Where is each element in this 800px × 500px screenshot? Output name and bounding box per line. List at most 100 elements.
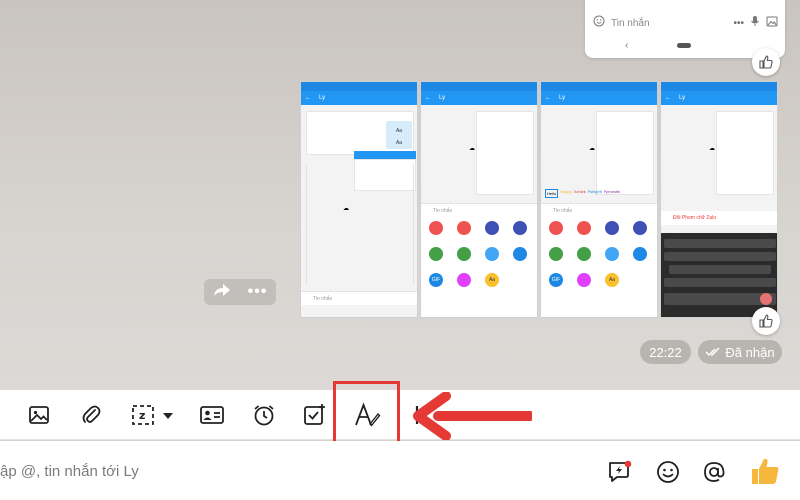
feature-dot xyxy=(605,221,619,235)
screenshot-icon[interactable]: z xyxy=(128,390,178,440)
status-bar xyxy=(541,82,657,91)
font-chip: Aa xyxy=(485,273,499,287)
cloud-icon: ☁ xyxy=(709,146,715,152)
phone-screenshot-2[interactable]: ← Ly ☁ Tin nhắn GIF Aa xyxy=(420,81,538,318)
gif-icon: GIF xyxy=(549,273,563,287)
delivery-status-text: Đã nhận xyxy=(725,344,775,360)
chat-body: ☁ Hello Happy Xchiek Fshightl Fpmnsfei T… xyxy=(541,105,657,317)
chat-header: ← Ly xyxy=(421,91,537,105)
phone-screenshot-4[interactable]: ← Ly ☁ Đổi Phom chữ Zalo xyxy=(660,81,778,318)
font-option: Hello xyxy=(545,189,559,198)
message-block xyxy=(596,111,654,195)
phone-screenshot-1[interactable]: ← Ly Aa Aa ☁ Tin nhắn xyxy=(300,81,418,318)
thumbs-up-icon[interactable] xyxy=(752,307,780,335)
prev-input-placeholder: Tin nhắn xyxy=(611,17,650,29)
cloud-icon: ☁ xyxy=(469,146,475,152)
checklist-icon[interactable] xyxy=(302,390,328,440)
feature-dot xyxy=(429,247,443,261)
prev-input-row: Tin nhắn ••• xyxy=(593,14,778,32)
feature-dot xyxy=(485,247,499,261)
status-bar xyxy=(301,82,417,91)
thumbs-up-icon[interactable] xyxy=(752,48,780,76)
chat-header: ← Ly xyxy=(301,91,417,105)
message-input[interactable]: ập @, tin nhắn tới Ly xyxy=(0,463,139,480)
feature-dot xyxy=(485,221,499,235)
font-option: Happy xyxy=(560,189,572,194)
chat-body: ☁ Tin nhắn GIF Aa xyxy=(421,105,537,317)
key-row xyxy=(664,252,776,261)
image-icon[interactable] xyxy=(26,390,52,440)
home-pill-icon xyxy=(676,43,691,48)
contact-card-icon[interactable] xyxy=(198,390,226,440)
quick-message-icon[interactable] xyxy=(606,458,634,486)
cloud-icon: ☁ xyxy=(343,206,349,212)
message-composer[interactable]: ập @, tin nhắn tới Ly xyxy=(0,441,800,500)
paperclip-icon[interactable] xyxy=(78,390,104,440)
key-row xyxy=(669,265,771,274)
font-style-row: Hello Happy Xchiek Fshightl Fpmnsfei xyxy=(545,189,620,198)
message-time: 22:22 xyxy=(640,340,691,364)
svg-text:z: z xyxy=(139,409,145,422)
back-arrow-icon: ← xyxy=(425,95,431,101)
enter-key xyxy=(760,293,772,305)
prev-more-label: ••• xyxy=(733,17,744,29)
font-option: Fshightl xyxy=(587,189,602,194)
status-bar xyxy=(421,82,537,91)
red-arrow-icon xyxy=(413,392,532,440)
font-option: Fpmnsfei xyxy=(603,189,621,194)
feature-dot xyxy=(549,247,563,261)
contact-name: Ly xyxy=(439,95,446,101)
feature-dot xyxy=(577,247,591,261)
feature-grid: GIF Aa xyxy=(421,217,537,317)
chip-aa: Aa Aa xyxy=(386,121,412,149)
input-bar: Tin nhắn xyxy=(421,203,537,217)
feature-dot xyxy=(513,247,527,261)
feature-dot xyxy=(605,247,619,261)
back-arrow-icon: ← xyxy=(305,95,311,101)
prev-android-nav: ‹ xyxy=(625,40,745,51)
gif-icon: GIF xyxy=(429,273,443,287)
previous-message-card[interactable]: Tin nhắn ••• ‹ xyxy=(585,0,785,58)
chat-header: ← Ly xyxy=(541,91,657,105)
message-block xyxy=(476,111,534,195)
phone-screenshot-3[interactable]: ← Ly ☁ Hello Happy Xchiek Fshightl Fpmnsf… xyxy=(540,81,658,318)
contact-name: Ly xyxy=(679,95,686,101)
chat-body: Aa Aa ☁ Tin nhắn xyxy=(301,105,417,317)
highlight-box xyxy=(333,381,400,448)
more-icon[interactable]: ••• xyxy=(248,284,268,300)
back-arrow-icon: ← xyxy=(545,95,551,101)
key-row xyxy=(664,239,776,248)
font-option: Xchiek xyxy=(573,189,586,194)
back-arrow-icon: ← xyxy=(665,95,671,101)
status-bar xyxy=(661,82,777,91)
feature-dot xyxy=(457,273,471,287)
forward-icon[interactable] xyxy=(213,283,231,302)
chat-body: ☁ Đổi Phom chữ Zalo xyxy=(661,105,777,317)
chat-header: ← Ly xyxy=(661,91,777,105)
feature-dot xyxy=(429,221,443,235)
feature-grid: GIF Aa xyxy=(541,217,657,317)
delivery-status: Đã nhận xyxy=(698,340,782,364)
message-actions[interactable]: ••• xyxy=(204,279,276,305)
styled-input: Đổi Phom chữ Zalo xyxy=(661,211,777,225)
feature-dot xyxy=(457,221,471,235)
message-frame xyxy=(306,165,414,285)
feature-dot xyxy=(577,221,591,235)
input-bar: Tin nhắn xyxy=(301,291,417,305)
font-chip: Aa xyxy=(605,273,619,287)
keyboard xyxy=(661,233,777,317)
composer-toolbar: z ••• xyxy=(0,390,800,440)
feature-dot xyxy=(549,221,563,235)
mic-icon xyxy=(750,14,760,32)
input-bar: Tin nhắn xyxy=(541,203,657,217)
feature-dot xyxy=(577,273,591,287)
contact-name: Ly xyxy=(559,95,566,101)
emoji-icon xyxy=(593,14,605,32)
thumbs-up-send-icon[interactable] xyxy=(748,455,782,487)
mention-icon[interactable] xyxy=(700,458,728,486)
back-chevron-icon: ‹ xyxy=(625,40,629,51)
alarm-icon[interactable] xyxy=(250,390,278,440)
message-block xyxy=(716,111,774,195)
emoji-icon[interactable] xyxy=(654,458,682,486)
double-check-icon xyxy=(705,345,721,360)
